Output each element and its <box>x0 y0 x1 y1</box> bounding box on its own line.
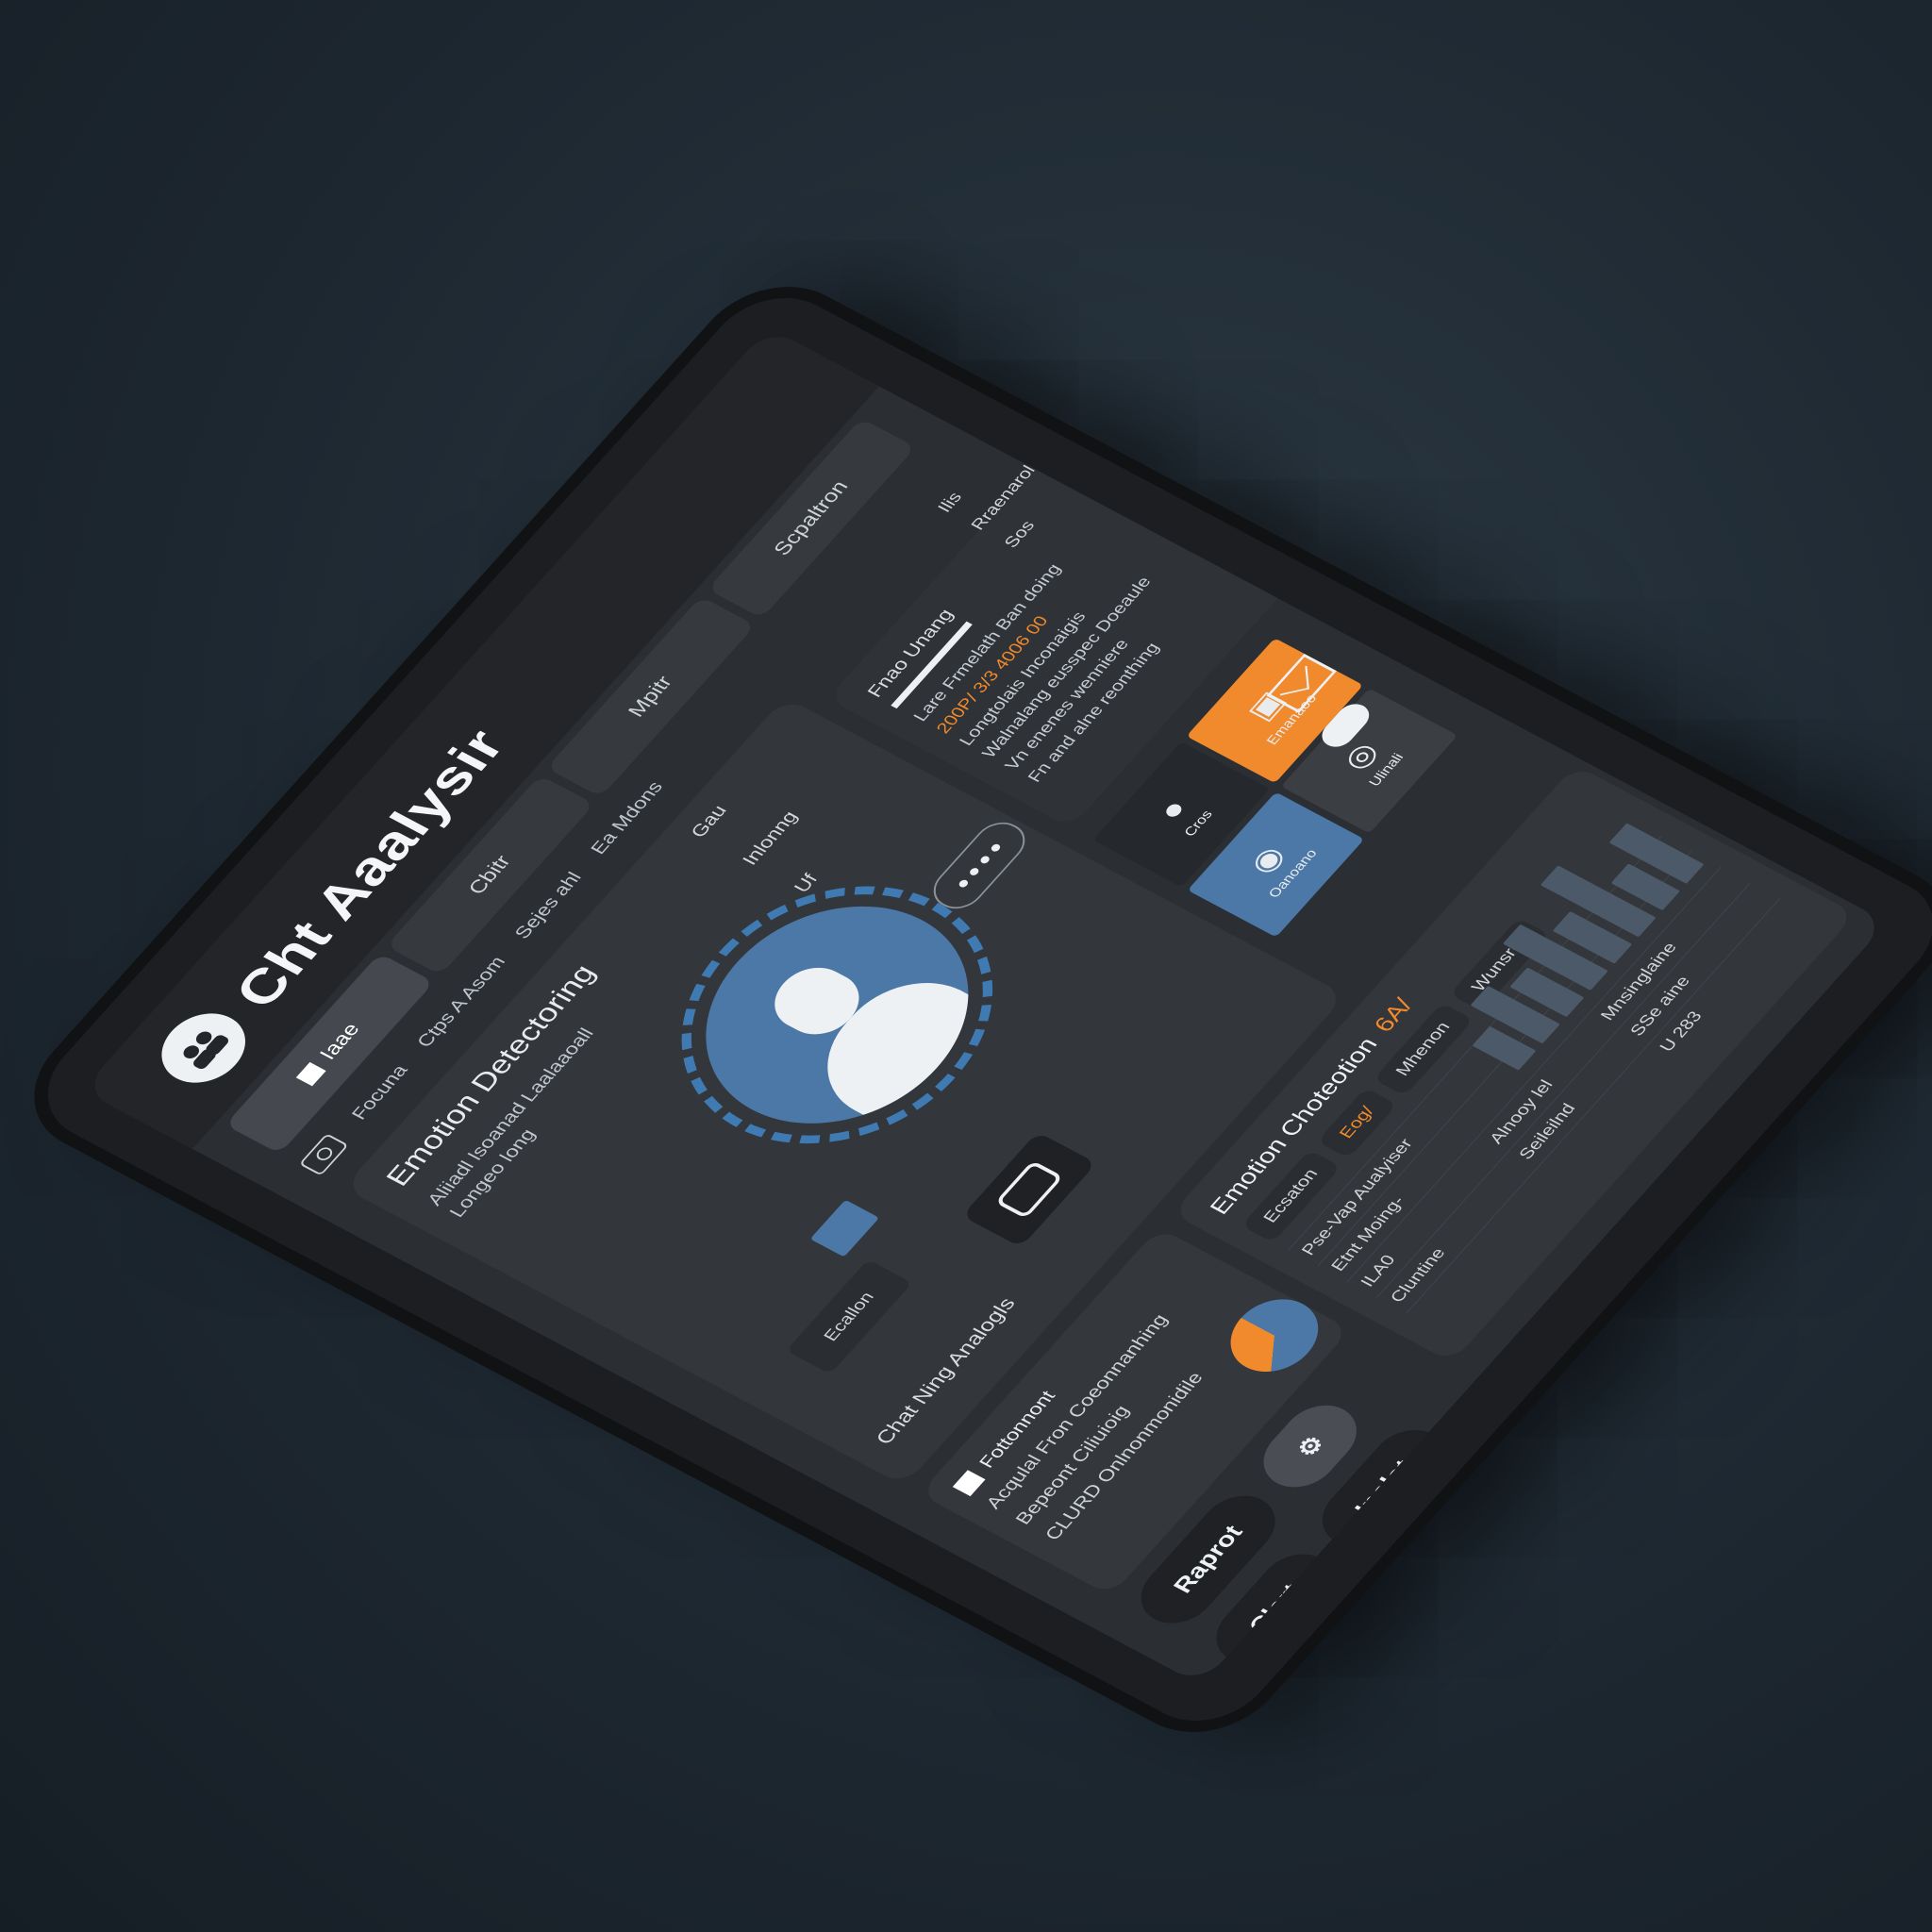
tablet-device: Cht Aaalysir Iaae Cbitr Mpitr Scpaltron … <box>20 277 1932 1741</box>
user-avatar-icon <box>652 867 1023 1163</box>
node-label[interactable]: Ecallon <box>786 1259 913 1374</box>
node-marker <box>809 1199 880 1257</box>
tab-label: Mpitr <box>624 673 677 721</box>
person-icon: ● <box>1150 793 1194 825</box>
camera-icon[interactable] <box>298 1133 349 1176</box>
tab-label: Cbitr <box>463 852 516 899</box>
more-options-button[interactable] <box>923 814 1036 917</box>
panel-side-labels: Gau Inlonng Uf <box>686 780 854 896</box>
avatar-ring <box>618 840 1057 1191</box>
subnav-item[interactable]: Focuna <box>347 1061 412 1123</box>
analysis-accent: 6A/ <box>1368 994 1418 1037</box>
side-label[interactable]: Gau <box>686 780 751 841</box>
square-icon <box>295 1061 326 1087</box>
app-screen: Cht Aaalysir Iaae Cbitr Mpitr Scpaltron … <box>81 326 1888 1686</box>
scene: Cht Aaalysir Iaae Cbitr Mpitr Scpaltron … <box>0 0 1932 1932</box>
users-logo-icon <box>144 1001 263 1095</box>
chat-button[interactable] <box>961 1131 1097 1248</box>
square-icon <box>952 1470 986 1497</box>
tab-label: Iaae <box>315 1020 365 1064</box>
side-label[interactable]: Inlonng <box>738 808 803 868</box>
chat-bubble-icon <box>994 1159 1064 1220</box>
